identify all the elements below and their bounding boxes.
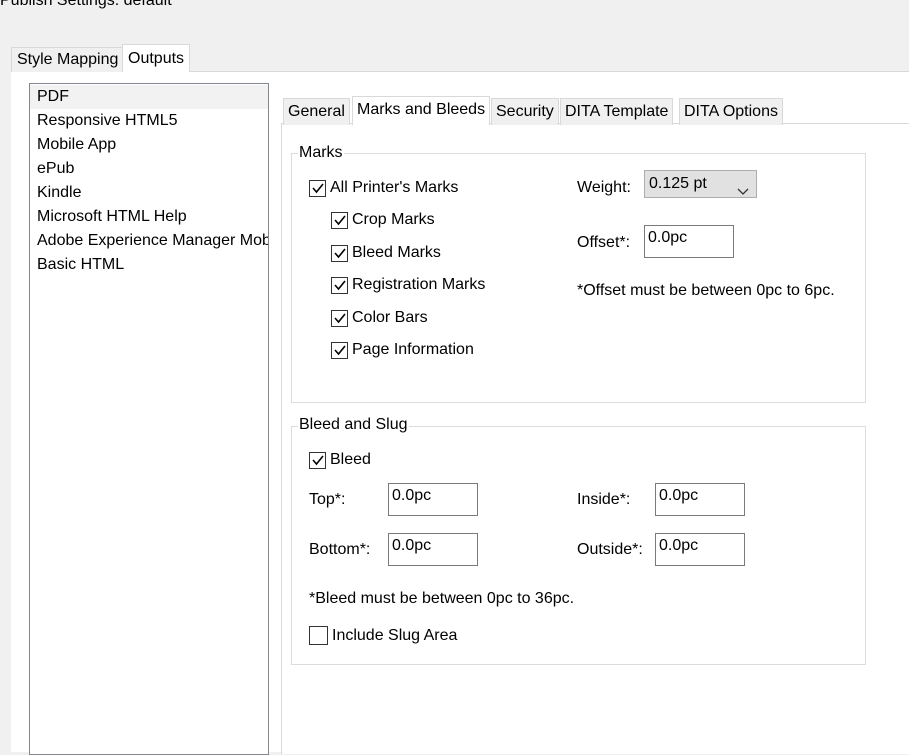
crop-marks-checkbox[interactable]: Crop Marks — [331, 211, 435, 229]
offset-note: *Offset must be between 0pc to 6pc. — [577, 282, 835, 299]
registration-marks-checkbox[interactable]: Registration Marks — [331, 276, 485, 294]
all-printers-marks-checkbox[interactable]: All Printer's Marks — [309, 179, 458, 197]
list-item-adobe-experience-manager-mobile[interactable]: Adobe Experience Manager Mobile — [37, 229, 268, 253]
outputs-list[interactable]: PDF Responsive HTML5 Mobile App ePub Kin… — [29, 83, 269, 755]
list-item-basic-html[interactable]: Basic HTML — [37, 253, 268, 277]
tab-dita-template[interactable]: DITA Template — [560, 98, 674, 125]
bleed-checkbox[interactable]: Bleed — [309, 451, 371, 469]
window-title: Publish Settings: default — [0, 0, 172, 9]
marks-legend: Marks — [298, 144, 344, 162]
weight-value: 0.125 pt — [649, 175, 707, 192]
checkmark-icon — [309, 179, 326, 197]
checkmark-icon — [331, 276, 348, 294]
chevron-down-icon — [737, 179, 749, 205]
bottom-field[interactable]: 0.0pc — [388, 533, 478, 566]
empty-checkbox-icon — [309, 626, 328, 645]
tab-style-mapping[interactable]: Style Mapping — [11, 47, 125, 72]
include-slug-area-checkbox[interactable]: Include Slug Area — [309, 626, 457, 645]
crop-marks-label: Crop Marks — [352, 211, 435, 228]
include-slug-area-label: Include Slug Area — [332, 626, 458, 644]
page-information-checkbox[interactable]: Page Information — [331, 341, 474, 359]
tab-dita-options[interactable]: DITA Options — [679, 98, 783, 125]
checkmark-icon — [331, 244, 348, 262]
offset-label: Offset*: — [577, 234, 631, 251]
bleed-note: *Bleed must be between 0pc to 36pc. — [309, 590, 575, 607]
bleed-label: Bleed — [330, 451, 371, 468]
bleed-and-slug-legend: Bleed and Slug — [298, 416, 409, 434]
outside-label: Outside*: — [577, 541, 643, 558]
checkmark-icon — [309, 451, 326, 469]
list-item-mobile-app[interactable]: Mobile App — [37, 133, 268, 157]
tab-outputs[interactable]: Outputs — [122, 44, 191, 72]
list-item-pdf[interactable]: PDF — [30, 85, 268, 109]
offset-field[interactable]: 0.0pc — [644, 225, 734, 258]
all-printers-marks-label: All Printer's Marks — [330, 179, 459, 196]
color-bars-label: Color Bars — [352, 309, 428, 326]
weight-dropdown[interactable]: 0.125 pt — [644, 170, 757, 198]
inside-label: Inside*: — [577, 491, 631, 508]
inside-field[interactable]: 0.0pc — [655, 483, 745, 516]
checkmark-icon — [331, 211, 348, 229]
top-field[interactable]: 0.0pc — [388, 483, 478, 516]
color-bars-checkbox[interactable]: Color Bars — [331, 309, 428, 327]
outside-field[interactable]: 0.0pc — [655, 533, 745, 566]
list-item-epub[interactable]: ePub — [37, 157, 268, 181]
weight-label: Weight: — [577, 179, 631, 196]
bottom-label: Bottom*: — [309, 541, 371, 558]
bleed-marks-label: Bleed Marks — [352, 244, 441, 261]
list-item-kindle[interactable]: Kindle — [37, 181, 268, 205]
checkmark-icon — [331, 309, 348, 327]
top-label: Top*: — [309, 491, 346, 508]
tab-security[interactable]: Security — [491, 98, 559, 125]
page-information-label: Page Information — [352, 341, 474, 358]
list-item-microsoft-html-help[interactable]: Microsoft HTML Help — [37, 205, 268, 229]
registration-marks-label: Registration Marks — [352, 276, 486, 293]
tab-general[interactable]: General — [283, 98, 350, 125]
tab-marks-and-bleeds[interactable]: Marks and Bleeds — [352, 96, 491, 125]
list-item-responsive-html5[interactable]: Responsive HTML5 — [37, 109, 268, 133]
bleed-marks-checkbox[interactable]: Bleed Marks — [331, 244, 441, 262]
checkmark-icon — [331, 341, 348, 359]
